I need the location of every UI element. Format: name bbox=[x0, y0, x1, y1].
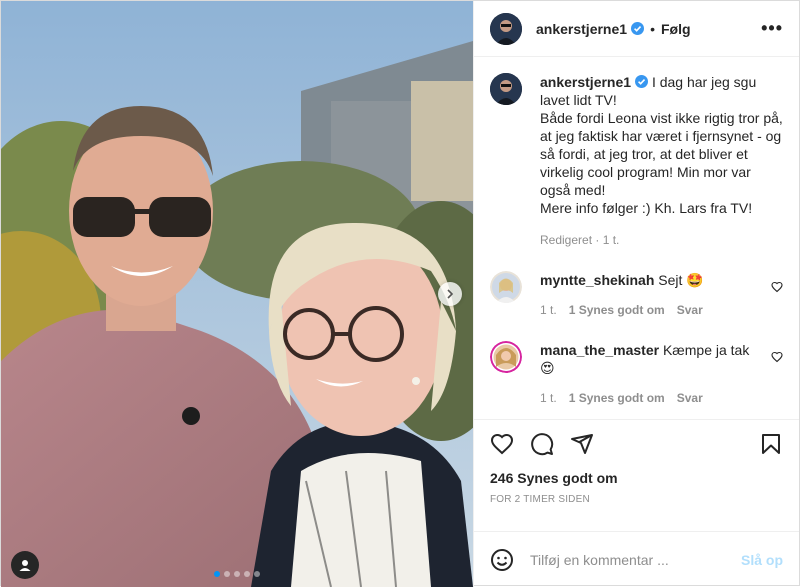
carousel-dot bbox=[214, 571, 220, 577]
likes-count[interactable]: 246 Synes godt om bbox=[490, 470, 783, 486]
caption-meta: Redigeret · 1 t. bbox=[540, 233, 620, 247]
avatar-image bbox=[490, 271, 522, 303]
carousel-dot bbox=[254, 571, 260, 577]
caption-username[interactable]: ankerstjerne1 bbox=[540, 74, 631, 90]
heart-icon[interactable] bbox=[771, 351, 783, 363]
post-timestamp: FOR 2 TIMER SIDEN bbox=[490, 494, 590, 505]
reply-button[interactable]: Svar bbox=[677, 389, 703, 407]
avatar-image bbox=[490, 73, 522, 105]
header-separator: • bbox=[650, 20, 655, 37]
caption-body: ankerstjerne1 I dag har jeg sgu lavet li… bbox=[540, 73, 783, 249]
tag-user-icon bbox=[19, 560, 31, 571]
post-comment-button[interactable]: Slå op bbox=[741, 552, 783, 568]
avatar-image bbox=[490, 341, 522, 373]
comment-item: myntte_shekinah Sejt 🤩 1 t. 1 Synes godt… bbox=[490, 271, 783, 319]
post-details: ankerstjerne1 • Følg ••• ankerstjerne1 I… bbox=[473, 1, 799, 587]
carousel-dot bbox=[224, 571, 230, 577]
next-photo-button[interactable] bbox=[438, 282, 462, 306]
post-actions: 246 Synes godt om FOR 2 TIMER SIDEN bbox=[474, 419, 799, 531]
post-header: ankerstjerne1 • Følg ••• bbox=[474, 1, 799, 57]
avatar[interactable] bbox=[490, 341, 522, 373]
add-comment-bar: Slå op bbox=[474, 531, 799, 587]
avatar[interactable] bbox=[490, 271, 522, 303]
carousel-indicator bbox=[1, 571, 473, 577]
comment-likes[interactable]: 1 Synes godt om bbox=[569, 301, 665, 319]
verified-badge-icon bbox=[631, 22, 645, 35]
verified-badge-icon bbox=[635, 75, 649, 88]
comment-actions: 1 t. 1 Synes godt om Svar bbox=[540, 301, 759, 319]
heart-icon[interactable] bbox=[771, 281, 783, 293]
comment-likes[interactable]: 1 Synes godt om bbox=[569, 389, 665, 407]
caption-text: I dag har jeg sgu lavet lidt TV! Både fo… bbox=[540, 74, 783, 216]
comment-text: Sejt 🤩 bbox=[658, 272, 704, 288]
post-media bbox=[1, 1, 473, 587]
share-icon[interactable] bbox=[570, 432, 594, 456]
avatar[interactable] bbox=[490, 12, 522, 45]
comment-username[interactable]: myntte_shekinah bbox=[540, 272, 654, 288]
avatar-image bbox=[490, 12, 522, 45]
post-author-username[interactable]: ankerstjerne1 bbox=[536, 21, 627, 37]
carousel-dot bbox=[234, 571, 240, 577]
avatar[interactable] bbox=[490, 73, 522, 105]
post-dialog: ankerstjerne1 • Følg ••• ankerstjerne1 I… bbox=[0, 0, 800, 587]
bookmark-icon[interactable] bbox=[759, 432, 783, 456]
carousel-dot bbox=[244, 571, 250, 577]
tagged-users-button[interactable] bbox=[11, 551, 39, 579]
comment-age: 1 t. bbox=[540, 391, 557, 405]
comments-list: ankerstjerne1 I dag har jeg sgu lavet li… bbox=[474, 57, 799, 419]
emoji-icon[interactable] bbox=[490, 548, 514, 572]
reply-button[interactable]: Svar bbox=[677, 301, 703, 319]
comment-age: 1 t. bbox=[540, 303, 557, 317]
post-caption: ankerstjerne1 I dag har jeg sgu lavet li… bbox=[490, 73, 783, 249]
chevron-right-icon bbox=[447, 289, 454, 299]
action-bar bbox=[490, 432, 783, 456]
comment-item: mana_the_master Kæmpe ja tak 😍 1 t. 1 Sy… bbox=[490, 341, 783, 407]
comment-input[interactable] bbox=[530, 551, 741, 568]
more-options-button[interactable]: ••• bbox=[761, 18, 783, 39]
post-photo bbox=[1, 1, 473, 587]
comment-actions: 1 t. 1 Synes godt om Svar bbox=[540, 389, 759, 407]
heart-icon[interactable] bbox=[490, 432, 514, 456]
comment-icon[interactable] bbox=[530, 432, 554, 456]
comment-body: mana_the_master Kæmpe ja tak 😍 1 t. 1 Sy… bbox=[540, 341, 783, 407]
follow-button[interactable]: Følg bbox=[661, 21, 691, 37]
comment-username[interactable]: mana_the_master bbox=[540, 342, 659, 358]
comment-body: myntte_shekinah Sejt 🤩 1 t. 1 Synes godt… bbox=[540, 271, 783, 319]
